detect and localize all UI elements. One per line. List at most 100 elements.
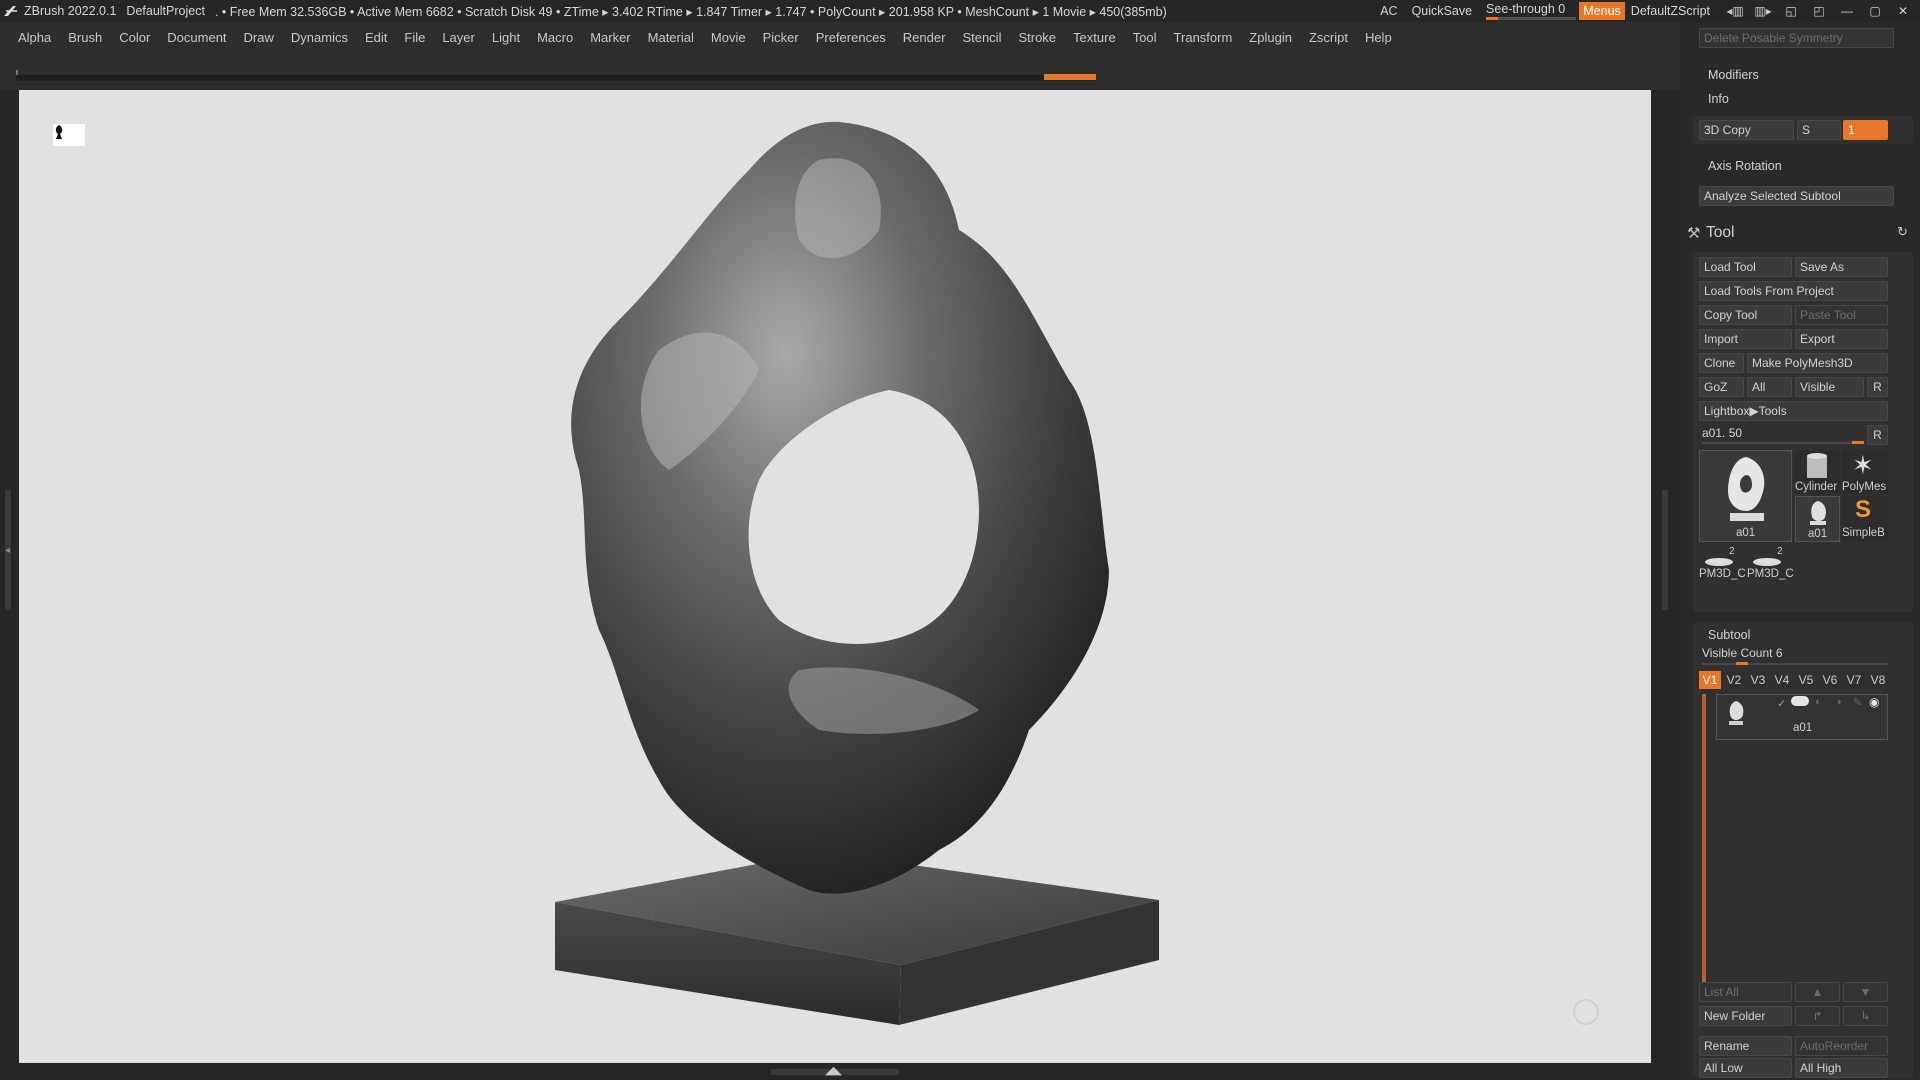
menu-file[interactable]: File <box>404 30 425 45</box>
right-tray-strip[interactable] <box>1651 90 1680 1080</box>
shelf-marker[interactable] <box>1044 74 1096 80</box>
layout-right-icon[interactable]: ▥▸ <box>1752 4 1774 18</box>
menu-render[interactable]: Render <box>903 30 946 45</box>
move-out-icon[interactable]: ↳ <box>1843 1006 1888 1026</box>
close-icon[interactable]: ✕ <box>1892 4 1914 18</box>
menu-zplugin[interactable]: Zplugin <box>1249 30 1292 45</box>
list-all-button[interactable]: List All <box>1699 982 1792 1002</box>
axis-rotation-section[interactable]: Axis Rotation <box>1708 159 1782 173</box>
load-tool-button[interactable]: Load Tool <box>1699 257 1792 277</box>
pm3d-thumbnail-1[interactable]: 2 PM3D_C <box>1699 546 1746 582</box>
subtool-wand-icon[interactable]: ✎ <box>1853 696 1862 709</box>
menu-picker[interactable]: Picker <box>763 30 799 45</box>
menus-toggle[interactable]: Menus <box>1579 2 1625 20</box>
pm3d-thumbnail-2[interactable]: 2 PM3D_C <box>1747 546 1794 582</box>
visible-count-track[interactable] <box>1702 663 1888 665</box>
bottom-tray-strip[interactable]: ◢◣ <box>19 1063 1651 1080</box>
quicksave-button[interactable]: QuickSave <box>1412 4 1472 18</box>
current-tool-slider[interactable]: a01. 50 <box>1702 426 1742 440</box>
info-section[interactable]: Info <box>1708 92 1729 106</box>
project-name[interactable]: DefaultProject <box>126 4 205 18</box>
all-low-button[interactable]: All Low <box>1699 1058 1792 1078</box>
goz-all-button[interactable]: All <box>1747 377 1792 397</box>
menu-help[interactable]: Help <box>1365 30 1392 45</box>
paste-tool-button[interactable]: Paste Tool <box>1795 305 1888 325</box>
left-tray-strip[interactable]: ◂ <box>0 90 19 1080</box>
menu-preferences[interactable]: Preferences <box>816 30 886 45</box>
copy3d-s-button[interactable]: S <box>1797 120 1841 140</box>
eye-icon[interactable]: ◉ <box>1869 695 1879 709</box>
subtool-scrollbar[interactable] <box>1702 694 1706 982</box>
vtab-v3[interactable]: V3 <box>1747 671 1769 689</box>
goz-visible-button[interactable]: Visible <box>1795 377 1864 397</box>
right-tray-handle[interactable] <box>1662 490 1668 610</box>
tool-palette-title[interactable]: Tool <box>1706 224 1734 242</box>
delete-posable-symmetry-button[interactable]: Delete Posable Symmetry <box>1699 28 1894 48</box>
clone-button[interactable]: Clone <box>1699 353 1744 373</box>
import-button[interactable]: Import <box>1699 329 1792 349</box>
shelf-track[interactable] <box>16 75 1096 81</box>
menu-alpha[interactable]: Alpha <box>18 30 51 45</box>
menu-material[interactable]: Material <box>648 30 694 45</box>
visible-count-knob[interactable] <box>1736 662 1748 665</box>
refresh-icon[interactable]: ↻ <box>1897 224 1908 240</box>
menu-zscript[interactable]: Zscript <box>1309 30 1348 45</box>
subtool-brush-icon[interactable]: ✓ <box>1777 697 1786 710</box>
bottom-tray-arrow-icon[interactable]: ◢◣ <box>825 1064 842 1077</box>
subtool-title[interactable]: Subtool <box>1708 628 1750 642</box>
menu-edit[interactable]: Edit <box>365 30 387 45</box>
make-polymesh-button[interactable]: Make PolyMesh3D <box>1747 353 1888 373</box>
see-through-slider[interactable]: See-through 0 <box>1486 2 1577 20</box>
polymesh-thumbnail[interactable]: ✶ PolyMes <box>1842 450 1888 494</box>
layout-left-icon[interactable]: ◂▥ <box>1724 4 1746 18</box>
subtool-dynamic-icon[interactable]: ◑ <box>1835 696 1842 708</box>
modifiers-section[interactable]: Modifiers <box>1708 68 1759 82</box>
analyze-subtool-button[interactable]: Analyze Selected Subtool <box>1699 186 1894 206</box>
menu-document[interactable]: Document <box>167 30 226 45</box>
goz-r-button[interactable]: R <box>1867 377 1888 397</box>
maximize-icon[interactable]: ▢ <box>1864 4 1886 18</box>
move-in-icon[interactable]: ↱ <box>1795 1006 1840 1026</box>
viewport-canvas[interactable] <box>19 90 1651 1063</box>
menu-stencil[interactable]: Stencil <box>962 30 1001 45</box>
simpleb-thumbnail[interactable]: S SimpleB <box>1842 496 1888 542</box>
menu-texture[interactable]: Texture <box>1073 30 1116 45</box>
tool-slider-knob[interactable] <box>1852 441 1864 444</box>
ac-label[interactable]: AC <box>1380 4 1397 18</box>
main-tool-thumbnail[interactable]: a01 <box>1699 450 1792 542</box>
small-a01-thumbnail[interactable]: a01 <box>1795 496 1840 542</box>
all-high-button[interactable]: All High <box>1795 1058 1888 1078</box>
vtab-v7[interactable]: V7 <box>1843 671 1865 689</box>
copy3d-button[interactable]: 3D Copy <box>1699 120 1794 140</box>
left-tray-arrow-icon[interactable]: ◂ <box>5 545 10 556</box>
save-as-button[interactable]: Save As <box>1795 257 1888 277</box>
export-button[interactable]: Export <box>1795 329 1888 349</box>
load-tools-from-project-button[interactable]: Load Tools From Project <box>1699 281 1888 301</box>
vtab-v2[interactable]: V2 <box>1723 671 1745 689</box>
goz-button[interactable]: GoZ <box>1699 377 1744 397</box>
vtab-v8[interactable]: V8 <box>1867 671 1889 689</box>
menu-movie[interactable]: Movie <box>711 30 746 45</box>
subtool-polyframe-icon[interactable]: ◐ <box>1815 696 1822 708</box>
gyro-icon[interactable] <box>1573 999 1599 1025</box>
vtab-v5[interactable]: V5 <box>1795 671 1817 689</box>
subtool-item-a01[interactable]: ✓ ◐ ◑ ✎ ◉ a01 <box>1716 694 1888 740</box>
tool-slider-track[interactable] <box>1702 442 1864 444</box>
default-zscript-button[interactable]: DefaultZScript <box>1631 4 1710 18</box>
lightbox-tools-button[interactable]: Lightbox▶Tools <box>1699 401 1888 421</box>
menu-stroke[interactable]: Stroke <box>1018 30 1056 45</box>
visible-count-slider[interactable]: Visible Count 6 <box>1702 646 1783 660</box>
cylinder-thumbnail[interactable]: Cylinder <box>1795 450 1840 494</box>
tool-r-button[interactable]: R <box>1867 425 1888 445</box>
menu-marker[interactable]: Marker <box>590 30 630 45</box>
copy-tool-button[interactable]: Copy Tool <box>1699 305 1792 325</box>
menu-brush[interactable]: Brush <box>68 30 102 45</box>
menu-color[interactable]: Color <box>119 30 150 45</box>
layout-icon[interactable]: ◱ <box>1780 4 1802 18</box>
arrow-up-icon[interactable]: ▲ <box>1795 982 1840 1002</box>
minimize-icon[interactable]: — <box>1836 4 1858 18</box>
arrow-down-icon[interactable]: ▼ <box>1843 982 1888 1002</box>
vtab-v4[interactable]: V4 <box>1771 671 1793 689</box>
layout-alt-icon[interactable]: ◰ <box>1808 4 1830 18</box>
subtool-toggle-icon[interactable] <box>1791 696 1809 706</box>
